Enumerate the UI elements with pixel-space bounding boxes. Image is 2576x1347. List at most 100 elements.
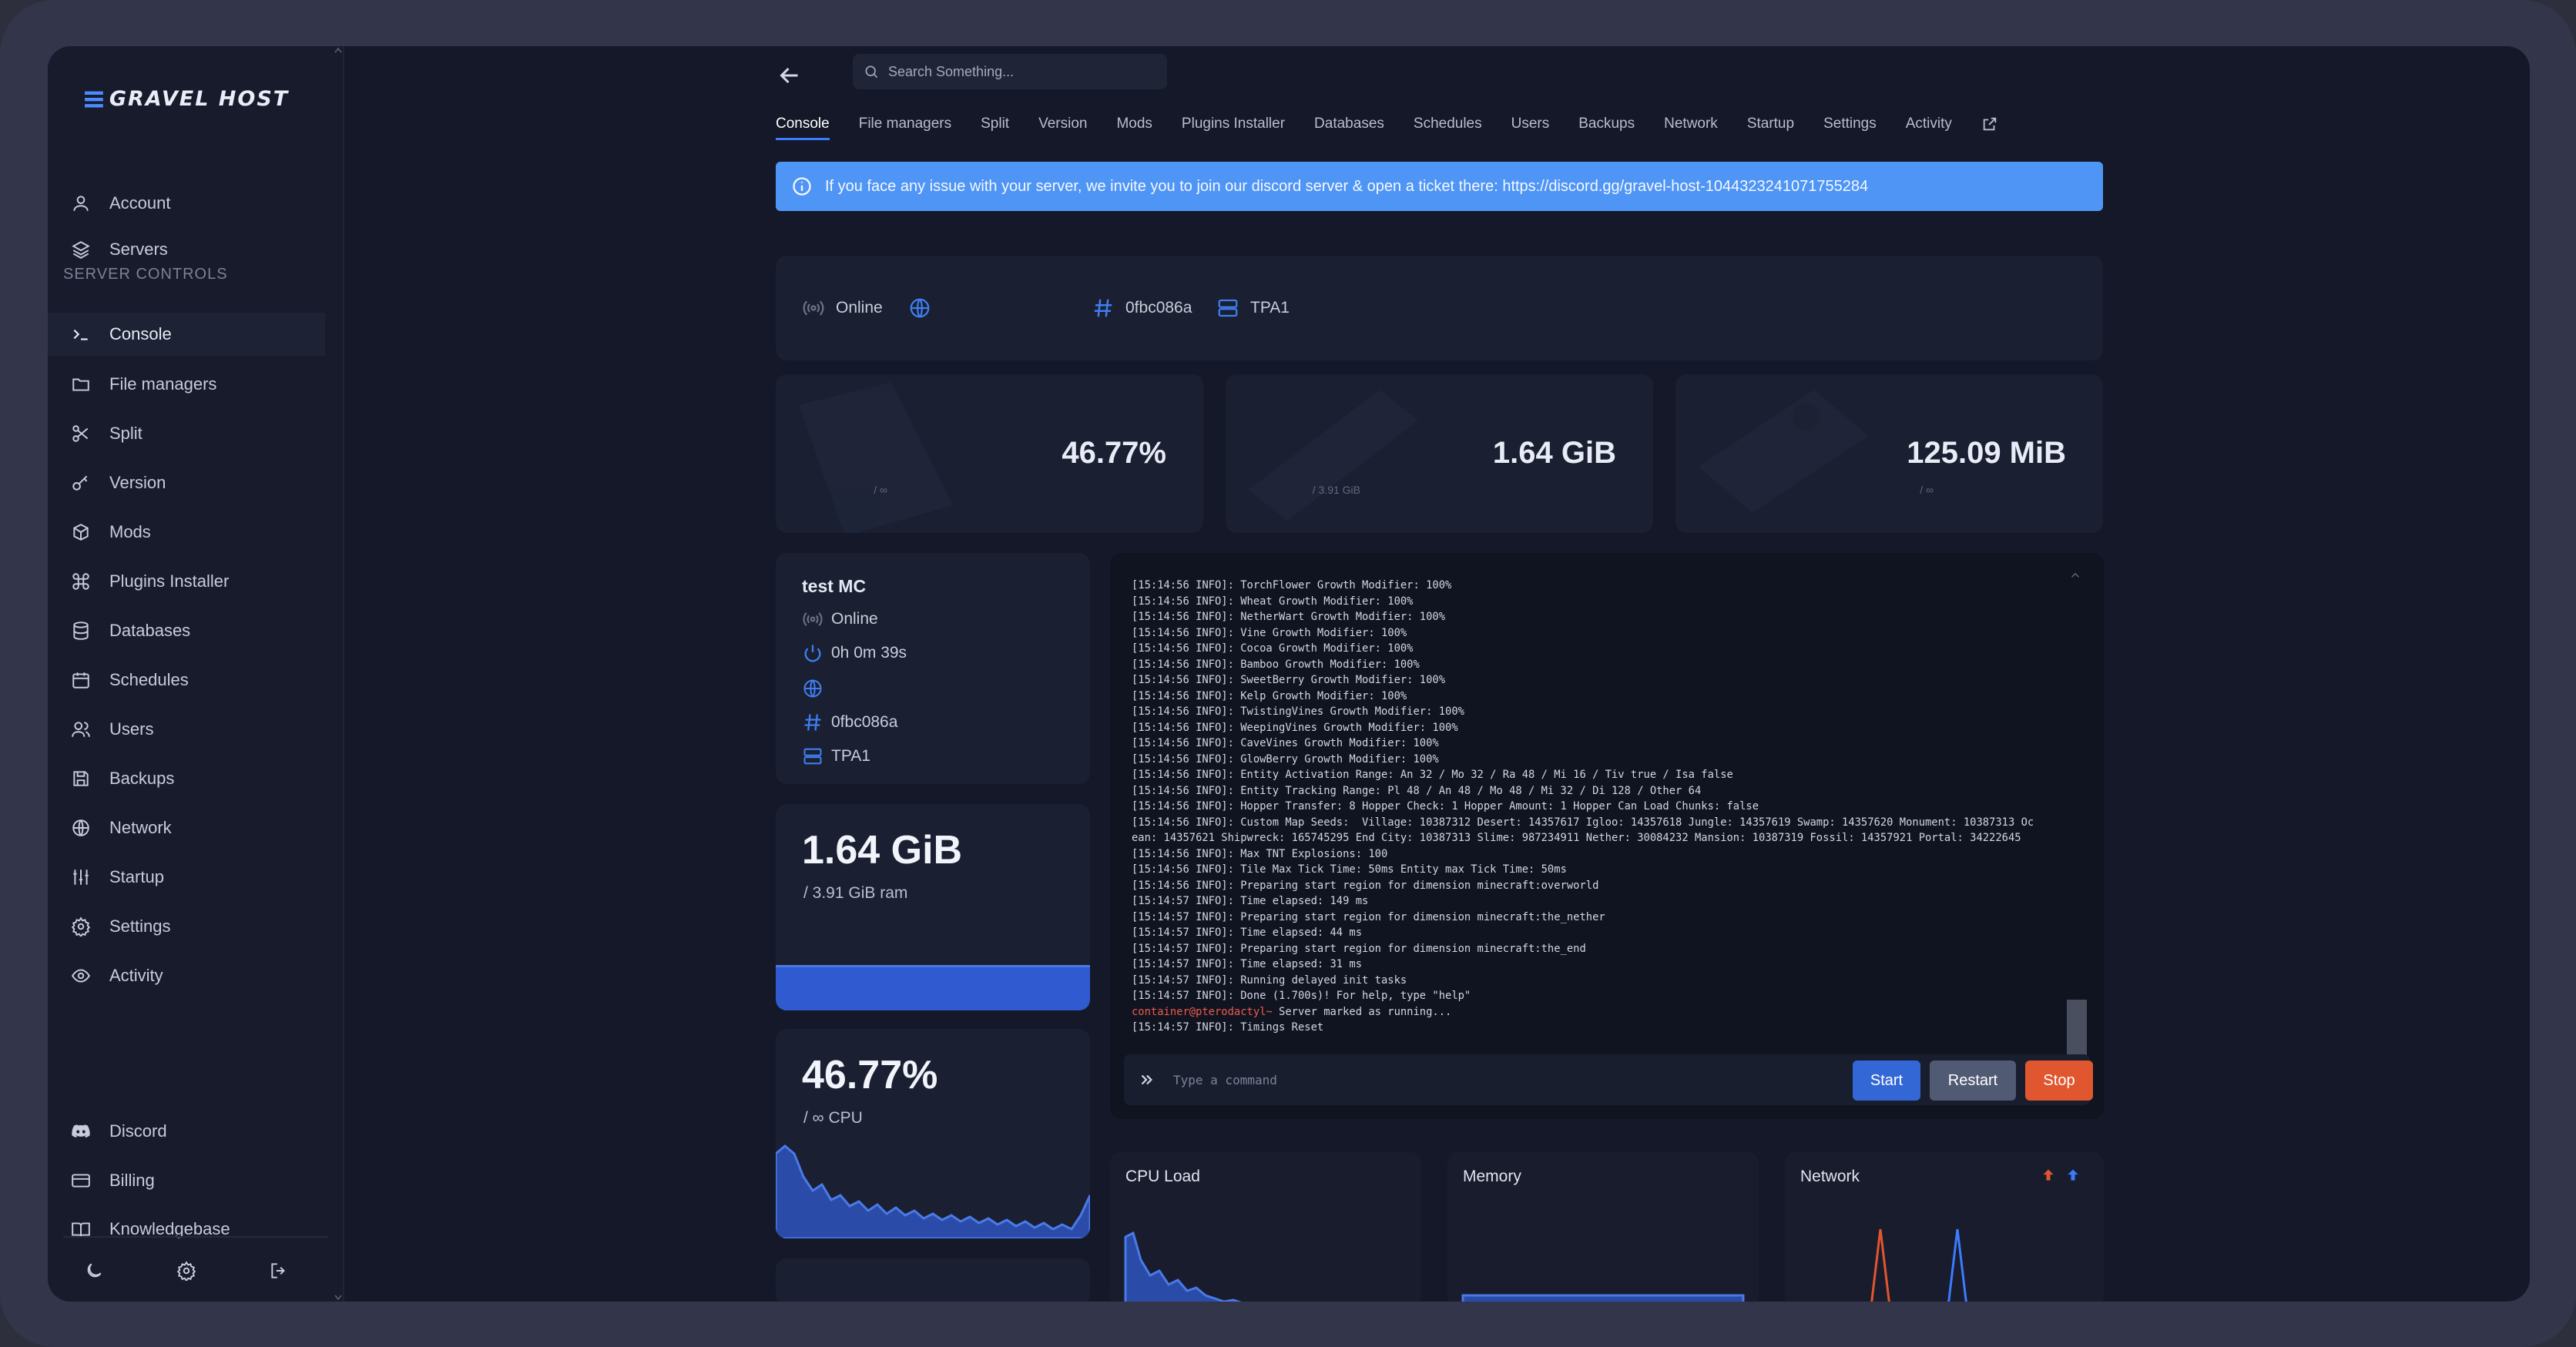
external-link-icon[interactable] — [1981, 116, 1998, 132]
graph-title: Memory — [1463, 1168, 1521, 1185]
console-line: [15:14:56 INFO]: Hopper Transfer: 8 Hopp… — [1132, 800, 1759, 813]
console-line: [15:14:56 INFO]: GlowBerry Growth Modifi… — [1132, 752, 1439, 766]
console-line: [15:14:56 INFO]: Preparing start region … — [1132, 879, 1599, 892]
hash-icon — [1094, 299, 1112, 317]
disk-decor-icon — [1699, 390, 1868, 513]
logout-icon[interactable] — [269, 1261, 289, 1281]
tab-plugins-installer[interactable]: Plugins Installer — [1182, 116, 1299, 140]
tab-split[interactable]: Split — [981, 116, 1023, 140]
tab-schedules[interactable]: Schedules — [1414, 116, 1496, 140]
sidebar-item-knowledgebase[interactable]: Knowledgebase — [48, 1208, 325, 1251]
sidebar-item-backups[interactable]: Backups — [48, 757, 325, 800]
tab-file-managers[interactable]: File managers — [859, 116, 965, 140]
tab-startup[interactable]: Startup — [1747, 116, 1808, 140]
memory-graph: Memory — [1447, 1152, 1759, 1302]
gear-icon[interactable] — [176, 1261, 196, 1281]
sidebar-footer-actions — [48, 1248, 325, 1294]
console-line: [15:14:57 INFO]: Preparing start region … — [1132, 942, 1586, 955]
tab-console[interactable]: Console — [776, 116, 844, 140]
layers-icon — [72, 241, 90, 259]
back-arrow-icon[interactable] — [776, 62, 803, 89]
sidebar-item-label: Account — [109, 193, 171, 213]
sidebar-item-startup[interactable]: Startup — [48, 856, 325, 899]
tab-mods[interactable]: Mods — [1116, 116, 1166, 140]
tab-settings[interactable]: Settings — [1823, 116, 1890, 140]
banner-text: If you face any issue with your server, … — [825, 177, 1869, 195]
server-icon — [1218, 299, 1238, 317]
sidebar-item-schedules[interactable]: Schedules — [48, 658, 325, 702]
search-input[interactable] — [888, 63, 1150, 80]
user-icon — [73, 196, 89, 211]
console-line: [15:14:57 INFO]: Time elapsed: 44 ms — [1132, 926, 1363, 939]
console-line: [15:14:56 INFO]: Wheat Growth Modifier: … — [1132, 595, 1414, 608]
tab-users[interactable]: Users — [1511, 116, 1564, 140]
chevron-up-icon[interactable] — [2068, 568, 2082, 582]
server-icon — [803, 748, 822, 765]
sidebar-item-billing[interactable]: Billing — [48, 1159, 325, 1202]
console-line: [15:14:57 INFO]: Time elapsed: 149 ms — [1132, 895, 1369, 907]
logo-text: GRAVEL HOST — [109, 86, 290, 111]
globe-icon — [803, 679, 822, 698]
sidebar-item-discord[interactable]: Discord — [48, 1110, 325, 1153]
tab-activity[interactable]: Activity — [1906, 116, 1966, 140]
stat-sub: / ∞ — [874, 484, 887, 496]
sidebar-item-label: Users — [109, 719, 154, 739]
status-node: TPA1 — [1216, 297, 1290, 320]
console-line: [15:14:56 INFO]: Kelp Growth Modifier: 1… — [1132, 689, 1407, 702]
stop-button[interactable]: Stop — [2025, 1061, 2093, 1101]
eye-icon — [72, 969, 90, 983]
sidebar-item-mods[interactable]: Mods — [48, 511, 325, 554]
sidebar-item-label: File managers — [109, 374, 217, 394]
server-id-text: 0fbc086a — [831, 713, 898, 731]
node-text: TPA1 — [831, 747, 870, 765]
upload-icon — [2043, 1169, 2054, 1181]
graph-title: CPU Load — [1125, 1168, 1200, 1185]
sidebar-item-activity[interactable]: Activity — [48, 954, 325, 997]
start-button[interactable]: Start — [1853, 1061, 1920, 1101]
chevrons-right-icon — [1141, 1074, 1152, 1085]
sidebar-item-network[interactable]: Network — [48, 806, 325, 849]
sidebar-item-servers[interactable]: Servers — [48, 228, 325, 271]
tab-version[interactable]: Version — [1038, 116, 1101, 140]
console-prompt-text: Server marked as running... — [1272, 1005, 1452, 1018]
sidebar-item-file-managers[interactable]: File managers — [48, 363, 325, 406]
sidebar-divider — [63, 1236, 327, 1238]
sidebar-item-label: Network — [109, 818, 172, 837]
logo[interactable]: ≡ GRAVEL HOST — [82, 82, 290, 116]
sidebar-item-console[interactable]: Console — [48, 313, 325, 356]
restart-button[interactable]: Restart — [1930, 1061, 2016, 1101]
sidebar: ≡ GRAVEL HOST Account Servers SERVER CON… — [48, 46, 344, 1302]
sidebar-item-account[interactable]: Account — [48, 182, 325, 225]
sidebar-item-split[interactable]: Split — [48, 412, 325, 455]
console-prompt-line: container@pterodactyl~ Server marked as … — [1132, 1004, 2071, 1020]
sidebar-item-users[interactable]: Users — [48, 708, 325, 751]
uptime-text: 0h 0m 39s — [831, 644, 907, 662]
sidebar-item-version[interactable]: Version — [48, 461, 325, 504]
sliders-icon — [73, 870, 89, 885]
info-uptime: 0h 0m 39s — [802, 642, 907, 664]
tab-network[interactable]: Network — [1664, 116, 1732, 140]
sidebar-item-label: Activity — [109, 966, 163, 985]
sidebar-item-settings[interactable]: Settings — [48, 905, 325, 948]
sidebar-item-plugins-installer[interactable]: Plugins Installer — [48, 560, 325, 603]
signal-icon — [803, 300, 824, 316]
console-line: [15:14:56 INFO]: Entity Tracking Range: … — [1132, 784, 1702, 797]
console-line: [15:14:57 INFO]: Timings Reset — [1132, 1021, 1324, 1034]
sidebar-item-label: Mods — [109, 522, 151, 541]
sidebar-scrollbar[interactable] — [334, 46, 342, 1302]
signal-icon — [803, 612, 823, 626]
cpu-load-chart — [1124, 1231, 1242, 1302]
users-icon — [72, 722, 90, 737]
command-input[interactable] — [1173, 1072, 1836, 1087]
console-output[interactable]: [15:14:56 INFO]: TorchFlower Growth Modi… — [1132, 578, 2071, 1040]
tab-backups[interactable]: Backups — [1578, 116, 1649, 140]
search-bar[interactable] — [853, 54, 1167, 89]
tab-databases[interactable]: Databases — [1314, 116, 1398, 140]
console-line: [15:14:56 INFO]: CaveVines Growth Modifi… — [1132, 737, 1439, 749]
console-line: [15:14:56 INFO]: Cocoa Growth Modifier: … — [1132, 642, 1414, 655]
sidebar-item-databases[interactable]: Databases — [48, 609, 325, 652]
moon-icon[interactable] — [84, 1261, 104, 1281]
sidebar-item-label: Billing — [109, 1171, 155, 1190]
folder-icon — [72, 378, 89, 391]
cpu-sparkline — [776, 1144, 1090, 1238]
